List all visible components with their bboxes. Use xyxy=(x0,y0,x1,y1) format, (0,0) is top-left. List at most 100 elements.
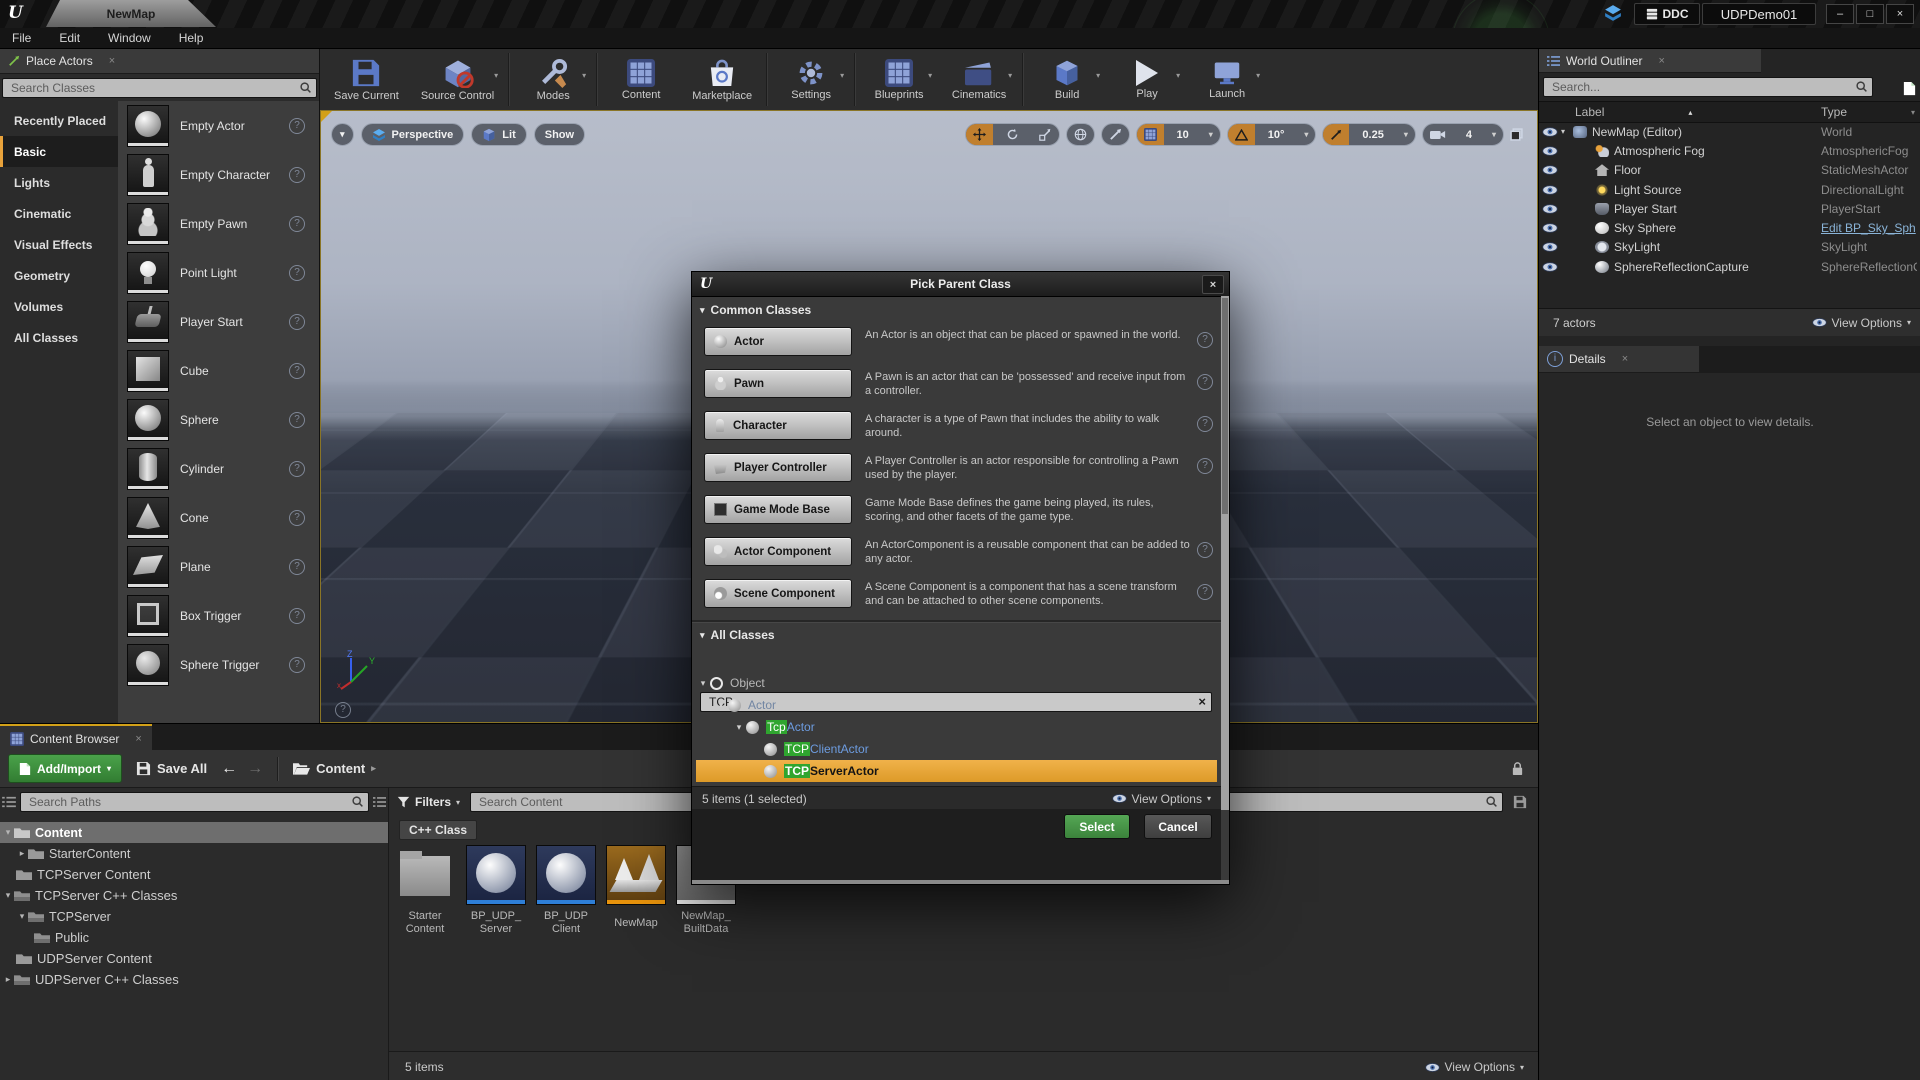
help-icon[interactable]: ? xyxy=(289,559,305,575)
asset-starter-content[interactable]: StarterContent xyxy=(389,846,461,936)
list-item-empty-character[interactable]: Empty Character? xyxy=(118,150,319,199)
tree-row-object[interactable]: ▾ Object xyxy=(696,672,1217,694)
chevron-down-icon[interactable]: ▾ xyxy=(1485,124,1503,145)
folder-content[interactable]: ▾Content xyxy=(0,822,388,843)
minimize-button[interactable]: – xyxy=(1826,4,1854,24)
close-button[interactable]: × xyxy=(1886,4,1914,24)
chevron-down-icon[interactable]: ▾ xyxy=(1256,71,1260,80)
help-icon[interactable]: ? xyxy=(1197,416,1213,432)
category-geometry[interactable]: Geometry xyxy=(0,260,118,291)
list-item-empty-actor[interactable]: Empty Actor? xyxy=(118,101,319,150)
visibility-eye-icon[interactable] xyxy=(1539,262,1561,272)
list-item-sphere[interactable]: Sphere? xyxy=(118,395,319,444)
all-classes-header[interactable]: ▾ All Classes xyxy=(692,628,775,642)
grid-snap-value[interactable]: 10 xyxy=(1170,124,1196,145)
close-icon[interactable]: × xyxy=(1658,55,1664,67)
chevron-down-icon[interactable]: ▾ xyxy=(1176,71,1180,80)
help-icon[interactable]: ? xyxy=(289,657,305,673)
outliner-row[interactable]: ▾ NewMap (Editor) World xyxy=(1539,122,1920,141)
help-icon[interactable]: ? xyxy=(289,118,305,134)
tree-row-tcpclientactor[interactable]: TCPClientActor xyxy=(696,738,1217,760)
visibility-eye-icon[interactable] xyxy=(1539,242,1561,252)
category-recently-placed[interactable]: Recently Placed xyxy=(0,105,118,136)
chevron-down-icon[interactable]: ▾ xyxy=(1397,124,1415,145)
outliner-row[interactable]: Atmospheric Fog AtmosphericFog xyxy=(1539,141,1920,160)
folder-tcpserver-content[interactable]: TCPServer Content xyxy=(0,864,388,885)
visibility-eye-icon[interactable] xyxy=(1539,185,1561,195)
help-icon[interactable]: ? xyxy=(1197,584,1213,600)
help-icon[interactable]: ? xyxy=(1197,542,1213,558)
asset-newmap[interactable]: NewMap xyxy=(600,846,672,930)
visibility-eye-icon[interactable] xyxy=(1539,204,1561,214)
actor-class-button[interactable]: Actor xyxy=(704,327,852,356)
category-visual-effects[interactable]: Visual Effects xyxy=(0,229,118,260)
outliner-settings-icon[interactable] xyxy=(1902,81,1917,96)
save-search-icon[interactable] xyxy=(1513,795,1527,809)
scale-snap-value[interactable]: 0.25 xyxy=(1355,124,1390,145)
column-header-label[interactable]: Label xyxy=(1575,105,1604,119)
breadcrumb-arrow-icon[interactable]: ▸ xyxy=(371,763,376,774)
layers-icon[interactable] xyxy=(1604,5,1622,21)
sort-arrow-icon[interactable]: ▴ xyxy=(1688,108,1692,117)
help-icon[interactable]: ? xyxy=(289,363,305,379)
cinematics-button[interactable]: Cinematics▾ xyxy=(950,49,1008,110)
help-icon[interactable]: ? xyxy=(1197,374,1213,390)
menu-file[interactable]: File xyxy=(12,31,31,45)
chevron-down-icon[interactable]: ▾ xyxy=(840,71,844,80)
visibility-eye-icon[interactable] xyxy=(1539,223,1561,233)
player-controller-class-button[interactable]: Player Controller xyxy=(704,453,852,482)
help-icon[interactable]: ? xyxy=(289,314,305,330)
add-import-button[interactable]: Add/Import ▾ xyxy=(8,754,122,783)
search-paths-input[interactable] xyxy=(20,792,369,812)
content-view-options[interactable]: View Options▾ xyxy=(1425,1060,1525,1074)
dialog-title-bar[interactable]: U Pick Parent Class × xyxy=(692,272,1229,297)
breadcrumb[interactable]: Content ▸ xyxy=(293,761,376,776)
folder-startercontent[interactable]: ▸StarterContent xyxy=(0,843,388,864)
select-button[interactable]: Select xyxy=(1064,814,1130,839)
grid-snap-toggle[interactable] xyxy=(1137,124,1164,145)
visibility-eye-icon[interactable] xyxy=(1539,165,1561,175)
camera-speed-value[interactable]: 4 xyxy=(1459,124,1479,145)
category-volumes[interactable]: Volumes xyxy=(0,291,118,322)
save-current-button[interactable]: Save Current xyxy=(334,49,399,110)
list-item-box-trigger[interactable]: Box Trigger? xyxy=(118,591,319,640)
list-item-sphere-trigger[interactable]: Sphere Trigger? xyxy=(118,640,319,689)
asset-bp-udp-client[interactable]: BP_UDPClient xyxy=(530,846,602,936)
show-dropdown[interactable]: Show xyxy=(534,123,585,146)
search-classes-input[interactable] xyxy=(2,78,317,98)
maximize-viewport-button[interactable] xyxy=(1510,128,1523,141)
help-icon[interactable]: ? xyxy=(1197,332,1213,348)
game-mode-base-class-button[interactable]: Game Mode Base xyxy=(704,495,852,524)
folder-udpserver-content[interactable]: UDPServer Content xyxy=(0,948,388,969)
help-icon[interactable]: ? xyxy=(289,216,305,232)
chevron-down-icon[interactable]: ▾ xyxy=(928,71,932,80)
category-basic[interactable]: Basic xyxy=(0,136,118,167)
actor-component-class-button[interactable]: Actor Component xyxy=(704,537,852,566)
filters-button[interactable]: Filters ▾ xyxy=(397,795,460,809)
back-arrow-button[interactable]: ← xyxy=(221,760,237,778)
chevron-down-icon[interactable]: ▾ xyxy=(582,71,586,80)
cancel-button[interactable]: Cancel xyxy=(1144,814,1212,839)
folder-udpserver-cpp-classes[interactable]: ▸UDPServer C++ Classes xyxy=(0,969,388,990)
list-item-point-light[interactable]: Point Light? xyxy=(118,248,319,297)
blueprints-button[interactable]: Blueprints▾ xyxy=(870,49,928,110)
menu-help[interactable]: Help xyxy=(179,31,204,45)
list-item-cone[interactable]: Cone? xyxy=(118,493,319,542)
outliner-row[interactable]: Floor StaticMeshActor xyxy=(1539,161,1920,180)
help-icon[interactable]: ? xyxy=(289,265,305,281)
help-icon[interactable]: ? xyxy=(289,412,305,428)
modes-button[interactable]: Modes▾ xyxy=(524,49,582,110)
path-filter-chip[interactable]: C++ Class xyxy=(399,820,477,840)
chevron-down-icon[interactable]: ▾ xyxy=(1297,124,1315,145)
category-lights[interactable]: Lights xyxy=(0,167,118,198)
forward-arrow-button[interactable]: → xyxy=(247,760,263,778)
play-button[interactable]: Play▾ xyxy=(1118,49,1176,110)
outliner-row[interactable]: SphereReflectionCapture SphereReflection… xyxy=(1539,257,1920,276)
rotation-snap-value[interactable]: 10° xyxy=(1261,124,1292,145)
outliner-view-options[interactable]: View Options▾ xyxy=(1812,316,1912,330)
close-icon[interactable]: × xyxy=(1622,353,1628,365)
content-browser-tab[interactable]: Content Browser × xyxy=(0,724,152,752)
camera-speed-icon[interactable] xyxy=(1423,124,1453,145)
expand-arrow-icon[interactable]: ▾ xyxy=(714,700,728,711)
viewport-options-dropdown[interactable]: ▾ xyxy=(331,123,354,146)
